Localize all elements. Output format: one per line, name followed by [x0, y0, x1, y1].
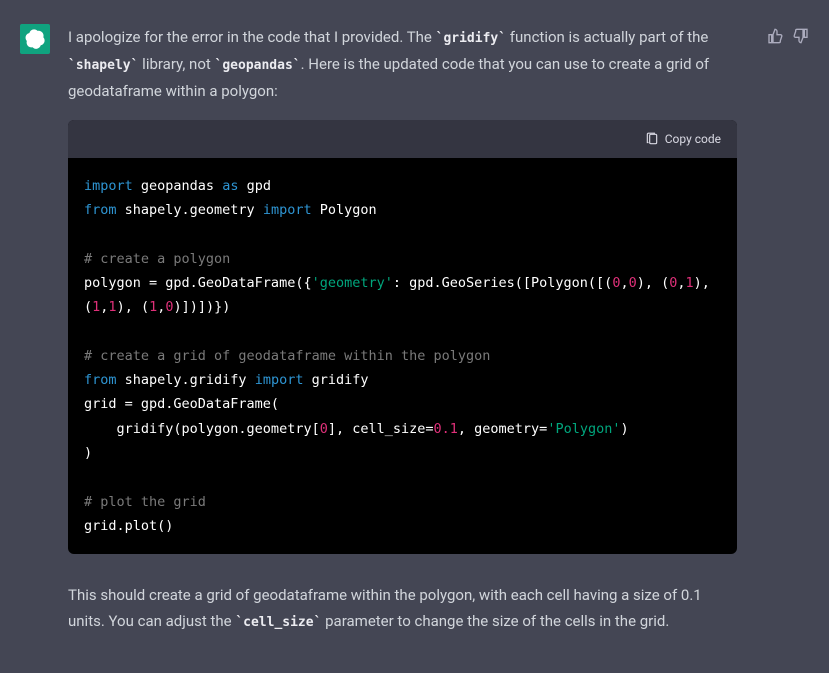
code-block: Copy code import geopandas as gpd from s… — [68, 120, 737, 554]
thumbs-up-icon[interactable] — [767, 28, 783, 44]
response-paragraph-2: This should create a grid of geodatafram… — [68, 582, 737, 635]
code-block-header: Copy code — [68, 120, 737, 158]
feedback-actions — [767, 28, 809, 635]
inline-code-cellsize: `cell_size` — [235, 615, 321, 630]
copy-code-label: Copy code — [665, 132, 721, 146]
code-content: import geopandas as gpd from shapely.geo… — [68, 158, 737, 554]
assistant-message: I apologize for the error in the code th… — [0, 0, 829, 659]
openai-logo-icon — [25, 29, 45, 49]
inline-code-shapely: `shapely` — [68, 58, 138, 73]
assistant-avatar — [20, 24, 50, 54]
copy-code-button[interactable]: Copy code — [645, 132, 721, 146]
clipboard-icon — [645, 132, 659, 146]
response-paragraph-1: I apologize for the error in the code th… — [68, 24, 737, 104]
message-content: I apologize for the error in the code th… — [68, 24, 737, 635]
inline-code-geopandas: `geopandas` — [215, 58, 301, 73]
inline-code-gridify: `gridify` — [436, 31, 506, 46]
thumbs-down-icon[interactable] — [793, 28, 809, 44]
